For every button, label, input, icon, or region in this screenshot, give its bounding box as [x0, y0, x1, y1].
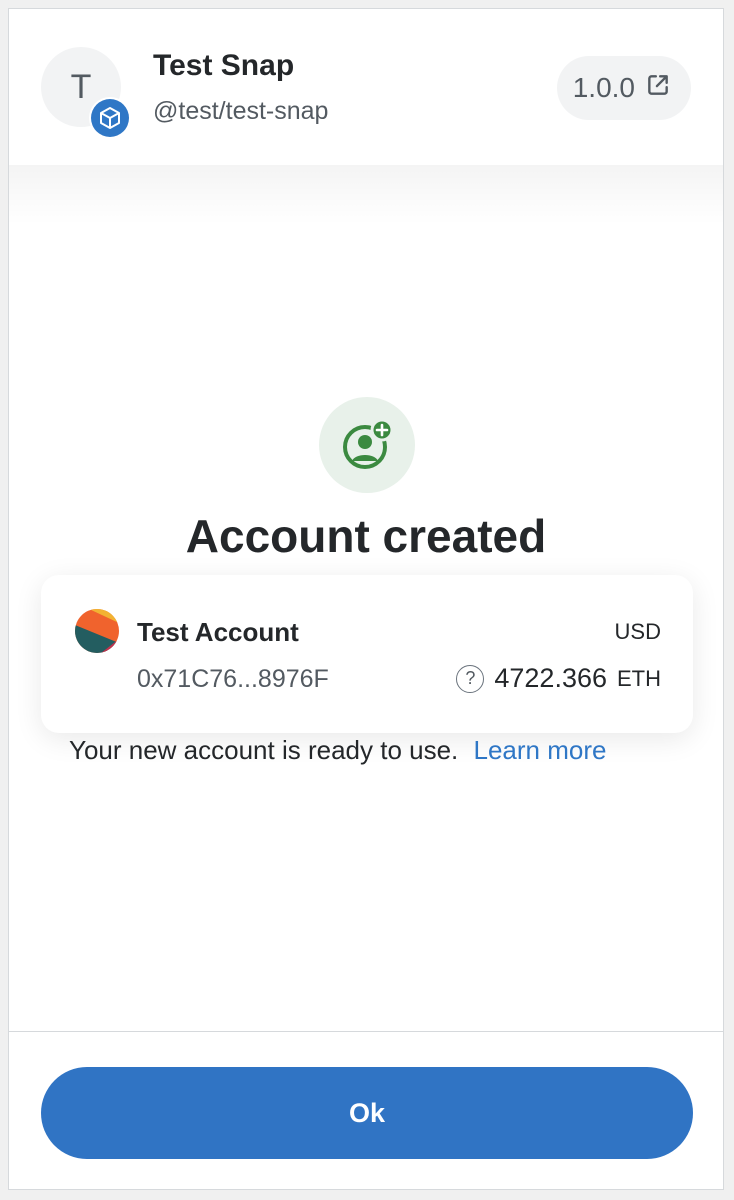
- external-link-icon: [645, 72, 671, 105]
- account-name: Test Account: [137, 617, 299, 647]
- account-balance-row: ? 4722.366 ETH: [456, 663, 661, 694]
- account-avatar: [75, 609, 119, 653]
- question-icon-symbol: ?: [465, 668, 476, 688]
- message-text: Your new account is ready to use.: [69, 735, 459, 765]
- user-add-icon: [343, 418, 394, 469]
- snap-header: T Test Snap @test/test-snap 1.0.0: [9, 9, 723, 165]
- snap-dialog: T Test Snap @test/test-snap 1.0.0 Accoun…: [8, 8, 724, 1190]
- account-currency: USD: [614, 619, 661, 644]
- account-balance: 4722.366: [494, 663, 607, 693]
- snap-name: Test Snap: [153, 49, 295, 82]
- account-balance-unit: ETH: [617, 665, 661, 691]
- question-icon[interactable]: ?: [456, 664, 485, 693]
- version-button[interactable]: 1.0.0: [556, 56, 691, 120]
- message-row: Your new account is ready to use. Learn …: [69, 735, 606, 766]
- snap-badge: [89, 97, 131, 139]
- version-label: 1.0.0: [572, 72, 635, 103]
- page-title: Account created: [185, 510, 547, 562]
- account-card: Test Account 0x71C76...8976F USD ? 4722.…: [41, 575, 693, 733]
- ok-button[interactable]: Ok: [41, 1067, 693, 1159]
- result-icon: [319, 397, 415, 493]
- snap-id: @test/test-snap: [153, 97, 329, 125]
- header-shadow: [9, 165, 723, 225]
- learn-more-link[interactable]: Learn more: [474, 735, 607, 765]
- snap-avatar-letter: T: [70, 67, 92, 106]
- account-address: 0x71C76...8976F: [137, 665, 329, 693]
- footer-divider: [9, 1031, 723, 1032]
- cube-icon: [91, 99, 129, 137]
